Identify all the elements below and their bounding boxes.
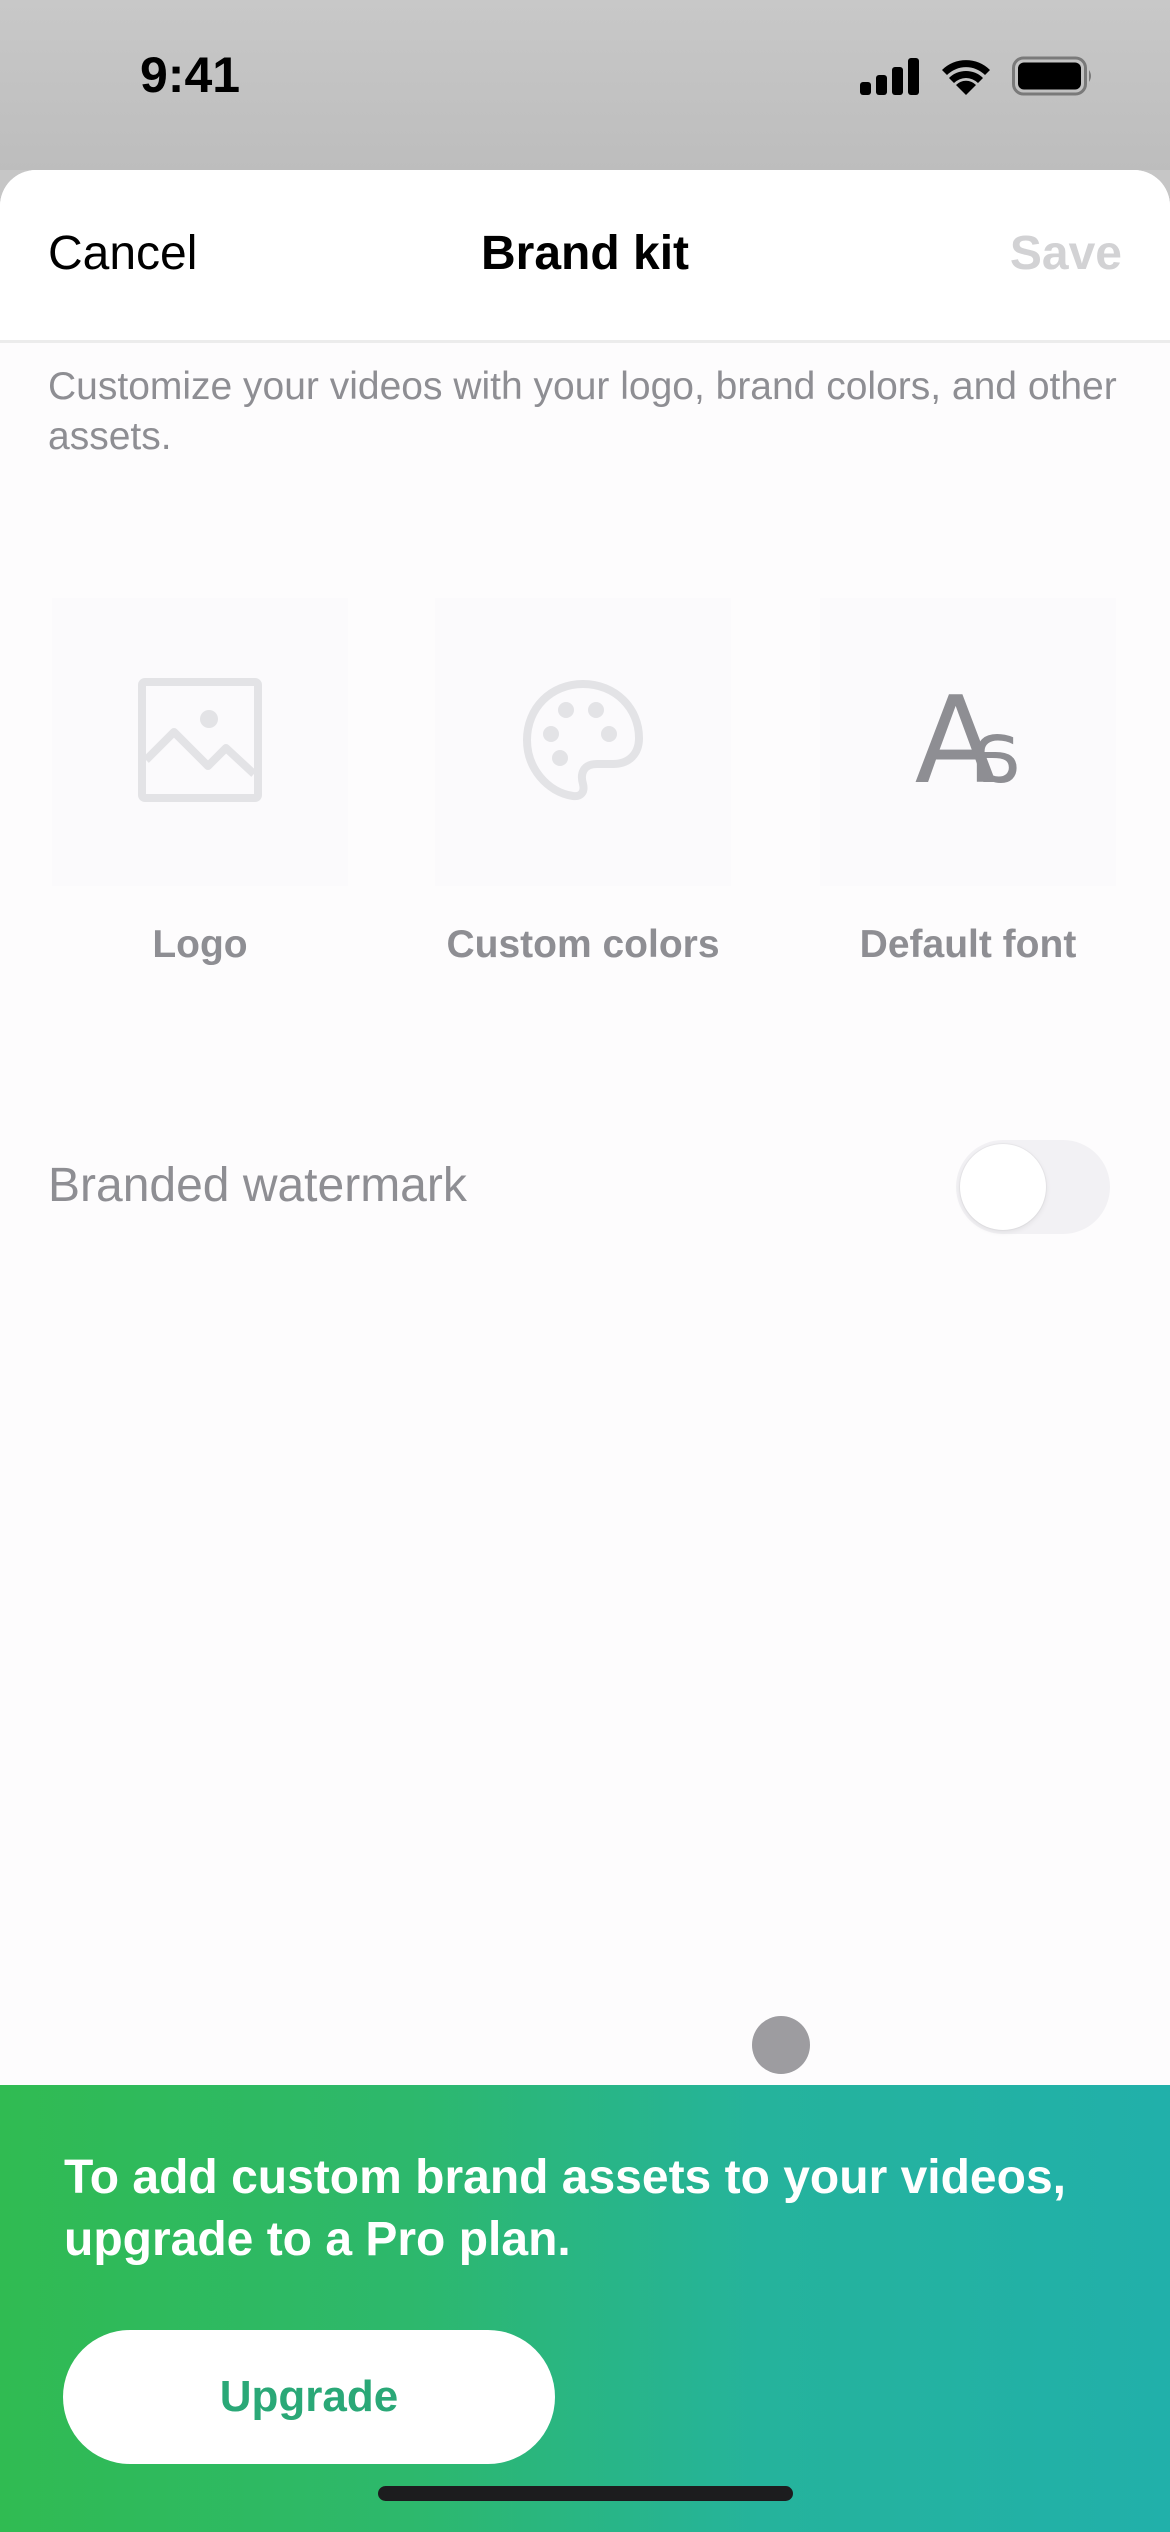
logo-tile-label: Logo	[152, 923, 248, 966]
custom-colors-tile-label: Custom colors	[446, 923, 720, 966]
wifi-icon	[940, 57, 992, 100]
status-bar: 9:41	[0, 0, 1170, 170]
promo-text: To add custom brand assets to your video…	[64, 2151, 1066, 2266]
touch-indicator	[752, 2016, 810, 2074]
cellular-signal-icon	[860, 57, 920, 100]
default-font-tile-label: Default font	[859, 923, 1077, 966]
upgrade-button[interactable]: Upgrade	[63, 2330, 555, 2464]
image-icon	[138, 677, 262, 807]
palette-icon	[521, 678, 645, 807]
cancel-button[interactable]: Cancel	[48, 226, 197, 281]
toggle-knob[interactable]	[960, 1144, 1046, 1230]
default-font-tile-box[interactable]: Aa	[820, 598, 1116, 886]
custom-colors-tile-box[interactable]	[435, 598, 731, 886]
save-button[interactable]: Save	[1010, 226, 1122, 281]
logo-tile[interactable]: Logo	[52, 598, 348, 970]
font-icon-upper: A	[914, 672, 997, 811]
branded-watermark-label: Branded watermark	[48, 1159, 467, 1212]
nav-bar: Cancel Brand kit Save	[0, 170, 1170, 343]
branded-watermark-toggle[interactable]	[956, 1140, 1110, 1234]
home-indicator[interactable]	[378, 2486, 793, 2501]
custom-colors-tile[interactable]: Custom colors	[435, 598, 731, 970]
status-icons	[860, 56, 1094, 101]
font-icon-lower: a	[982, 703, 1022, 803]
upgrade-promo-banner: To add custom brand assets to your video…	[0, 2085, 1170, 2532]
battery-icon	[1012, 56, 1094, 101]
branded-watermark-row: Branded watermark	[0, 1130, 1170, 1240]
status-time: 9:41	[140, 47, 241, 103]
default-font-tile[interactable]: Aa Default font	[820, 598, 1116, 970]
logo-tile-box[interactable]	[52, 598, 348, 886]
description-text: Customize your videos with your logo, br…	[48, 365, 1117, 458]
font-icon: Aa	[915, 682, 1022, 804]
